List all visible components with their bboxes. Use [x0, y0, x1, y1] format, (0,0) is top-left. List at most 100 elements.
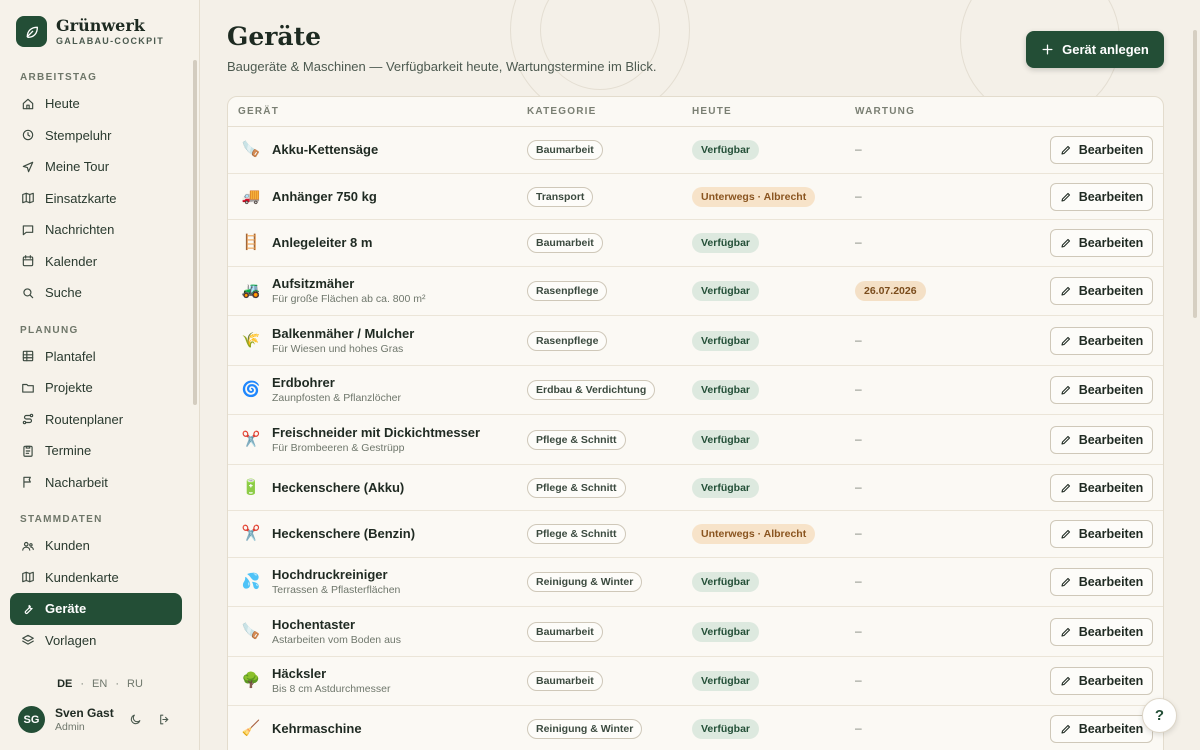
sidebar-item-kalender[interactable]: Kalender [10, 246, 182, 278]
table-row: 🪜 Anlegeleiter 8 m Baumarbeit Verfügbar – Bea… [228, 220, 1163, 267]
status-badge: Verfügbar [692, 330, 760, 351]
table-row: 🌀 Erdbohrer Zaunpfosten & Pflanzlöcher Erdb… [228, 366, 1163, 415]
sidebar-item-nacharbeit[interactable]: Nacharbeit [10, 467, 182, 499]
brand[interactable]: Grünwerk GALABAU-COCKPIT [16, 16, 164, 47]
status-badge: Verfügbar [692, 380, 760, 401]
device-icon: ✂️ [241, 525, 261, 543]
main-content: Geräte Baugeräte & Maschinen — Verfügbar… [200, 0, 1200, 750]
table-row: 🧹 Kehrmaschine Reinigung & Winter Verfügbar… [228, 706, 1163, 750]
category-chip: Reinigung & Winter [527, 572, 643, 593]
edit-button-label: Bearbeiten [1078, 722, 1144, 737]
sidebar-nav: ARBEITSTAG Heute Stempeluhr Meine Tour Einsa… [10, 62, 182, 656]
sidebar-item-plantafel[interactable]: Plantafel [10, 341, 182, 373]
device-name: Anhänger 750 kg [272, 188, 377, 204]
main-scrollbar[interactable] [1193, 30, 1197, 318]
sidebar-item-label: Kundenkarte [45, 569, 119, 585]
category-chip: Baumarbeit [527, 233, 603, 254]
sidebar-item-routenplaner[interactable]: Routenplaner [10, 404, 182, 436]
sidebar-item-suche[interactable]: Suche [10, 277, 182, 309]
sidebar-item-stempeluhr[interactable]: Stempeluhr [10, 120, 182, 152]
language-option-en[interactable]: EN [92, 678, 107, 690]
nav-section-label: ARBEITSTAG [20, 72, 98, 83]
device-name: Hochentaster [272, 616, 356, 632]
add-device-button[interactable]: Gerät anlegen [1026, 31, 1164, 68]
column-header-today[interactable]: HEUTE [692, 97, 732, 127]
table-row: ✂️ Heckenschere (Benzin) Pflege & Schnitt U… [228, 511, 1163, 558]
user-panel: SG Sven Gast Admin [18, 706, 188, 733]
edit-button[interactable]: Bearbeiten [1050, 617, 1153, 646]
status-badge: Verfügbar [692, 140, 760, 161]
maintenance-value: 26.07.2026 [855, 281, 926, 302]
language-option-de[interactable]: DE [57, 678, 72, 690]
sidebar-item-label: Einsatzkarte [45, 190, 117, 206]
device-name: Balkenmäher / Mulcher [272, 325, 415, 341]
pencil-icon [1060, 675, 1072, 687]
device-icon: 🪚 [241, 622, 261, 640]
sidebar-scrollbar[interactable] [193, 60, 197, 405]
status-badge: Verfügbar [692, 719, 760, 740]
device-name: Häcksler [272, 666, 327, 682]
logout-icon[interactable] [155, 711, 173, 729]
status-badge: Verfügbar [692, 621, 760, 642]
users-icon [20, 538, 36, 554]
sidebar-item-nachrichten[interactable]: Nachrichten [10, 214, 182, 246]
edit-button[interactable]: Bearbeiten [1050, 667, 1153, 696]
device-name: Anlegeleiter 8 m [272, 235, 373, 251]
sidebar-item-geräte[interactable]: Geräte [10, 593, 182, 625]
moon-icon[interactable] [126, 711, 144, 729]
category-chip: Pflege & Schnitt [527, 429, 626, 450]
maintenance-value: – [855, 526, 862, 541]
brand-subtitle: GALABAU-COCKPIT [56, 36, 164, 46]
sidebar-item-label: Termine [45, 443, 92, 459]
device-name: Erdbohrer [272, 375, 335, 391]
edit-button[interactable]: Bearbeiten [1050, 182, 1153, 211]
device-description: Zaunpfosten & Pflanzlöcher [272, 392, 401, 405]
sidebar-item-projekte[interactable]: Projekte [10, 372, 182, 404]
table-row: 🌳 Häcksler Bis 8 cm Astdurchmesser Baumarbe… [228, 657, 1163, 706]
edit-button-label: Bearbeiten [1078, 143, 1144, 158]
device-icon: 🌾 [241, 331, 261, 349]
edit-button-label: Bearbeiten [1078, 624, 1144, 639]
sidebar-item-kunden[interactable]: Kunden [10, 530, 182, 562]
maintenance-value: – [855, 431, 862, 446]
maintenance-value: – [855, 235, 862, 250]
table-row: 🔋 Heckenschere (Akku) Pflege & Schnitt Verf… [228, 465, 1163, 511]
folder-icon [20, 380, 36, 396]
edit-button[interactable]: Bearbeiten [1050, 277, 1153, 306]
category-chip: Erdbau & Verdichtung [527, 380, 656, 401]
sidebar-item-einsatzkarte[interactable]: Einsatzkarte [10, 183, 182, 215]
column-header-category[interactable]: KATEGORIE [527, 97, 597, 127]
language-option-ru[interactable]: RU [127, 678, 143, 690]
avatar[interactable]: SG [18, 706, 45, 733]
edit-button[interactable]: Bearbeiten [1050, 376, 1153, 405]
column-header-device[interactable]: GERÄT [238, 97, 279, 127]
edit-button[interactable]: Bearbeiten [1050, 229, 1153, 258]
edit-button[interactable]: Bearbeiten [1050, 473, 1153, 502]
edit-button[interactable]: Bearbeiten [1050, 136, 1153, 165]
help-button[interactable]: ? [1142, 698, 1177, 733]
edit-button[interactable]: Bearbeiten [1050, 425, 1153, 454]
column-header-maintenance[interactable]: WARTUNG [855, 97, 915, 127]
edit-button[interactable]: Bearbeiten [1050, 520, 1153, 549]
clipboard-icon [20, 443, 36, 459]
device-icon: 🌀 [241, 381, 261, 399]
edit-button[interactable]: Bearbeiten [1050, 715, 1153, 744]
pencil-icon [1060, 285, 1072, 297]
sidebar-item-heute[interactable]: Heute [10, 88, 182, 120]
pencil-icon [1060, 723, 1072, 735]
pencil-icon [1060, 576, 1072, 588]
edit-button[interactable]: Bearbeiten [1050, 568, 1153, 597]
table-row: 🪚 Akku-Kettensäge Baumarbeit Verfügbar – Bear… [228, 127, 1163, 174]
edit-button[interactable]: Bearbeiten [1050, 326, 1153, 355]
device-name: Hochdruckreiniger [272, 567, 388, 583]
edit-button-label: Bearbeiten [1078, 383, 1144, 398]
sidebar-item-label: Meine Tour [45, 159, 110, 175]
device-name: Freischneider mit Dickichtmesser [272, 424, 481, 440]
route-icon [20, 411, 36, 427]
sidebar-item-vorlagen[interactable]: Vorlagen [10, 625, 182, 657]
maintenance-value: – [855, 721, 862, 736]
device-icon: 💦 [241, 573, 261, 591]
sidebar-item-kundenkarte[interactable]: Kundenkarte [10, 562, 182, 594]
sidebar-item-termine[interactable]: Termine [10, 435, 182, 467]
sidebar-item-meine-tour[interactable]: Meine Tour [10, 151, 182, 183]
